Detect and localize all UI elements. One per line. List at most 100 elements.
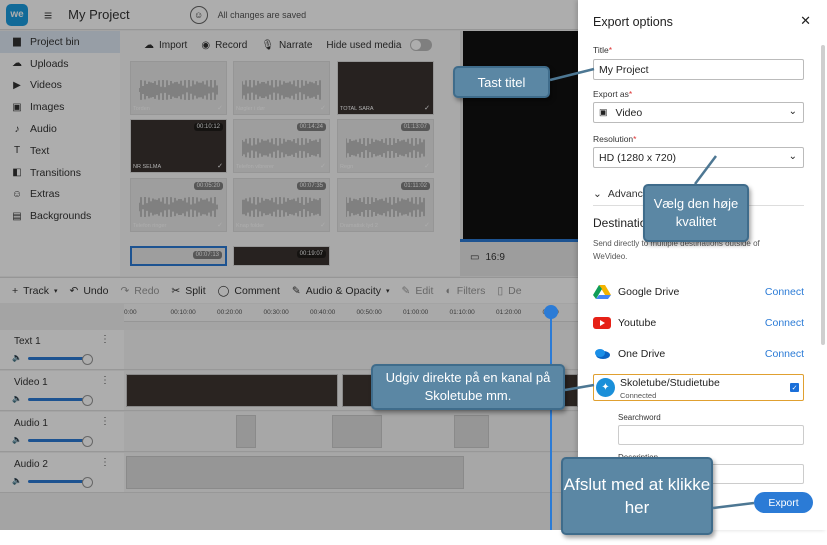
required-mark: *: [628, 89, 633, 99]
sidebar-item-project-bin[interactable]: ▆ Project bin: [0, 31, 120, 53]
export-button[interactable]: Export: [754, 492, 813, 513]
audio-clip[interactable]: [126, 456, 464, 489]
track-name[interactable]: Video 1: [14, 377, 48, 388]
required-mark: *: [608, 45, 613, 55]
duration-badge: 00:05:20: [193, 182, 223, 190]
preview-screen[interactable]: [463, 31, 578, 241]
hide-used-media-toggle[interactable]: Hide used media: [326, 39, 433, 51]
collaborator-icon[interactable]: ☺: [189, 5, 208, 24]
split-button[interactable]: ✂ Split: [171, 285, 205, 297]
audio-clip[interactable]: [236, 415, 256, 448]
volume-slider[interactable]: [28, 477, 93, 488]
audio-thumbnail[interactable]: 00:14:24 Telefon vibrerer ✓: [233, 119, 330, 173]
delete-button[interactable]: ▯ De: [497, 285, 521, 297]
sidebar-item-label: Videos: [30, 79, 62, 92]
used-check-icon: ✓: [217, 105, 223, 112]
track-name[interactable]: Text 1: [14, 336, 41, 347]
track-name[interactable]: Audio 1: [14, 418, 48, 429]
import-button[interactable]: ☁ Import: [144, 40, 187, 51]
volume-slider[interactable]: [28, 354, 93, 365]
audio-clip[interactable]: [454, 415, 489, 448]
more-vertical-icon[interactable]: ⋮: [100, 416, 110, 427]
volume-slider[interactable]: [28, 395, 93, 406]
sidebar-item-transitions[interactable]: ◧ Transitions: [0, 162, 120, 184]
playhead[interactable]: [550, 306, 552, 530]
used-check-icon: ✓: [217, 163, 223, 170]
resolution-label: Resolution*: [593, 134, 636, 144]
audio-thumbnail[interactable]: 01:11:02 Dramatisk lyd 2 ✓: [337, 178, 434, 232]
wevideo-logo[interactable]: we: [6, 3, 28, 26]
export-as-label: Export as*: [593, 89, 632, 99]
audio-thumbnail[interactable]: Nøgler i dør ✓: [233, 61, 330, 115]
volume-icon[interactable]: 🔈: [12, 394, 22, 403]
audio-thumbnail[interactable]: 00:05:20 Telefon ringer ✓: [130, 178, 227, 232]
audio-thumbnail[interactable]: Torden ✓: [130, 61, 227, 115]
delete-label: De: [508, 284, 522, 297]
music-note-icon: ♪: [14, 123, 20, 135]
volume-slider[interactable]: [28, 436, 93, 447]
advanced-toggle[interactable]: ⌄ Advanc: [593, 188, 643, 200]
sidebar-item-audio[interactable]: ♪ Audio: [0, 118, 120, 140]
sidebar-item-videos[interactable]: ▶ Videos: [0, 75, 120, 97]
connect-onedrive-link[interactable]: Connect: [765, 348, 804, 360]
track-header: Text 1 ⋮ 🔈: [0, 330, 124, 370]
audio-thumbnail[interactable]: 00:07:13: [130, 246, 227, 266]
resolution-select[interactable]: HD (1280 x 720) ⌄: [593, 147, 804, 168]
edit-button[interactable]: ✎ Edit: [402, 285, 434, 297]
add-track-button[interactable]: + Track ▾: [12, 285, 58, 297]
destination-skoletube[interactable]: ✦ Skoletube/Studietube Connected ✓: [593, 374, 804, 401]
volume-icon[interactable]: 🔈: [12, 476, 22, 485]
close-icon[interactable]: ✕: [800, 13, 811, 29]
video-clip[interactable]: [126, 374, 338, 407]
playhead-handle[interactable]: [544, 305, 558, 319]
preview-progress-bar[interactable]: [460, 239, 578, 242]
connect-google-drive-link[interactable]: Connect: [765, 286, 804, 298]
track-lane-audio-2[interactable]: [124, 453, 578, 493]
audio-clip[interactable]: [332, 415, 382, 448]
used-check-icon: ✓: [217, 222, 223, 229]
undo-button[interactable]: ↶ Undo: [70, 285, 109, 297]
record-button[interactable]: ◉ Record: [201, 40, 247, 51]
track-name[interactable]: Audio 2: [14, 459, 48, 470]
video-thumbnail[interactable]: TOTAL SARA ✓: [337, 61, 434, 115]
duration-badge: 00:14:24: [296, 123, 326, 131]
video-thumbnail[interactable]: 00:10:12 NR SELMA ✓: [130, 119, 227, 173]
volume-icon[interactable]: 🔈: [12, 435, 22, 444]
aspect-ratio-selector[interactable]: ▭ 16:9: [470, 252, 505, 263]
searchword-input[interactable]: [618, 425, 804, 445]
duration-badge: 00:07:13: [192, 251, 222, 259]
skoletube-checkbox[interactable]: ✓: [790, 383, 799, 392]
project-title[interactable]: My Project: [68, 7, 129, 22]
audio-opacity-label: Audio & Opacity: [305, 284, 382, 297]
title-input[interactable]: My Project: [593, 59, 804, 80]
timeline-ruler[interactable]: 0:00 00:10:00 00:20:00 00:30:00 00:40:00 00:5…: [124, 304, 578, 322]
more-vertical-icon[interactable]: ⋮: [100, 334, 110, 345]
volume-icon[interactable]: 🔈: [12, 353, 22, 362]
sidebar-item-text[interactable]: T Text: [0, 140, 120, 162]
panel-scrollbar[interactable]: [821, 45, 825, 345]
ruler-tick-label: 00:20:00: [217, 309, 243, 316]
video-thumbnail[interactable]: 00:19:07: [233, 246, 330, 266]
toggle-switch[interactable]: [410, 39, 433, 51]
sidebar-item-images[interactable]: ▣ Images: [0, 96, 120, 118]
audio-thumbnail[interactable]: 00:07:35 Knap folder ✓: [233, 178, 330, 232]
sidebar-item-uploads[interactable]: ☁ Uploads: [0, 53, 120, 75]
comment-button[interactable]: ◯ Comment: [218, 285, 280, 297]
used-check-icon: ✓: [320, 105, 326, 112]
filters-label: Filters: [456, 284, 486, 297]
more-vertical-icon[interactable]: ⋮: [100, 457, 110, 468]
sidebar-item-extras[interactable]: ☺ Extras: [0, 184, 120, 206]
destination-google-drive: Google Drive Connect: [593, 282, 804, 302]
audio-thumbnail[interactable]: 01:13:07 Regn ✓: [337, 119, 434, 173]
track-lane-audio-1[interactable]: [124, 412, 578, 452]
filters-button[interactable]: ◐ Filters: [445, 285, 485, 297]
searchword-label: Searchword: [618, 413, 661, 422]
audio-opacity-button[interactable]: ✎ Audio & Opacity ▾: [292, 285, 390, 297]
hamburger-menu-icon[interactable]: ≡: [44, 7, 52, 23]
connect-youtube-link[interactable]: Connect: [765, 317, 804, 329]
more-vertical-icon[interactable]: ⋮: [100, 375, 110, 386]
sidebar-item-backgrounds[interactable]: ▤ Backgrounds: [0, 205, 120, 227]
narrate-button[interactable]: 🎙 Narrate: [261, 40, 312, 51]
redo-button[interactable]: ↷ Redo: [120, 285, 159, 297]
export-as-select[interactable]: ▣ Video ⌄: [593, 102, 804, 123]
